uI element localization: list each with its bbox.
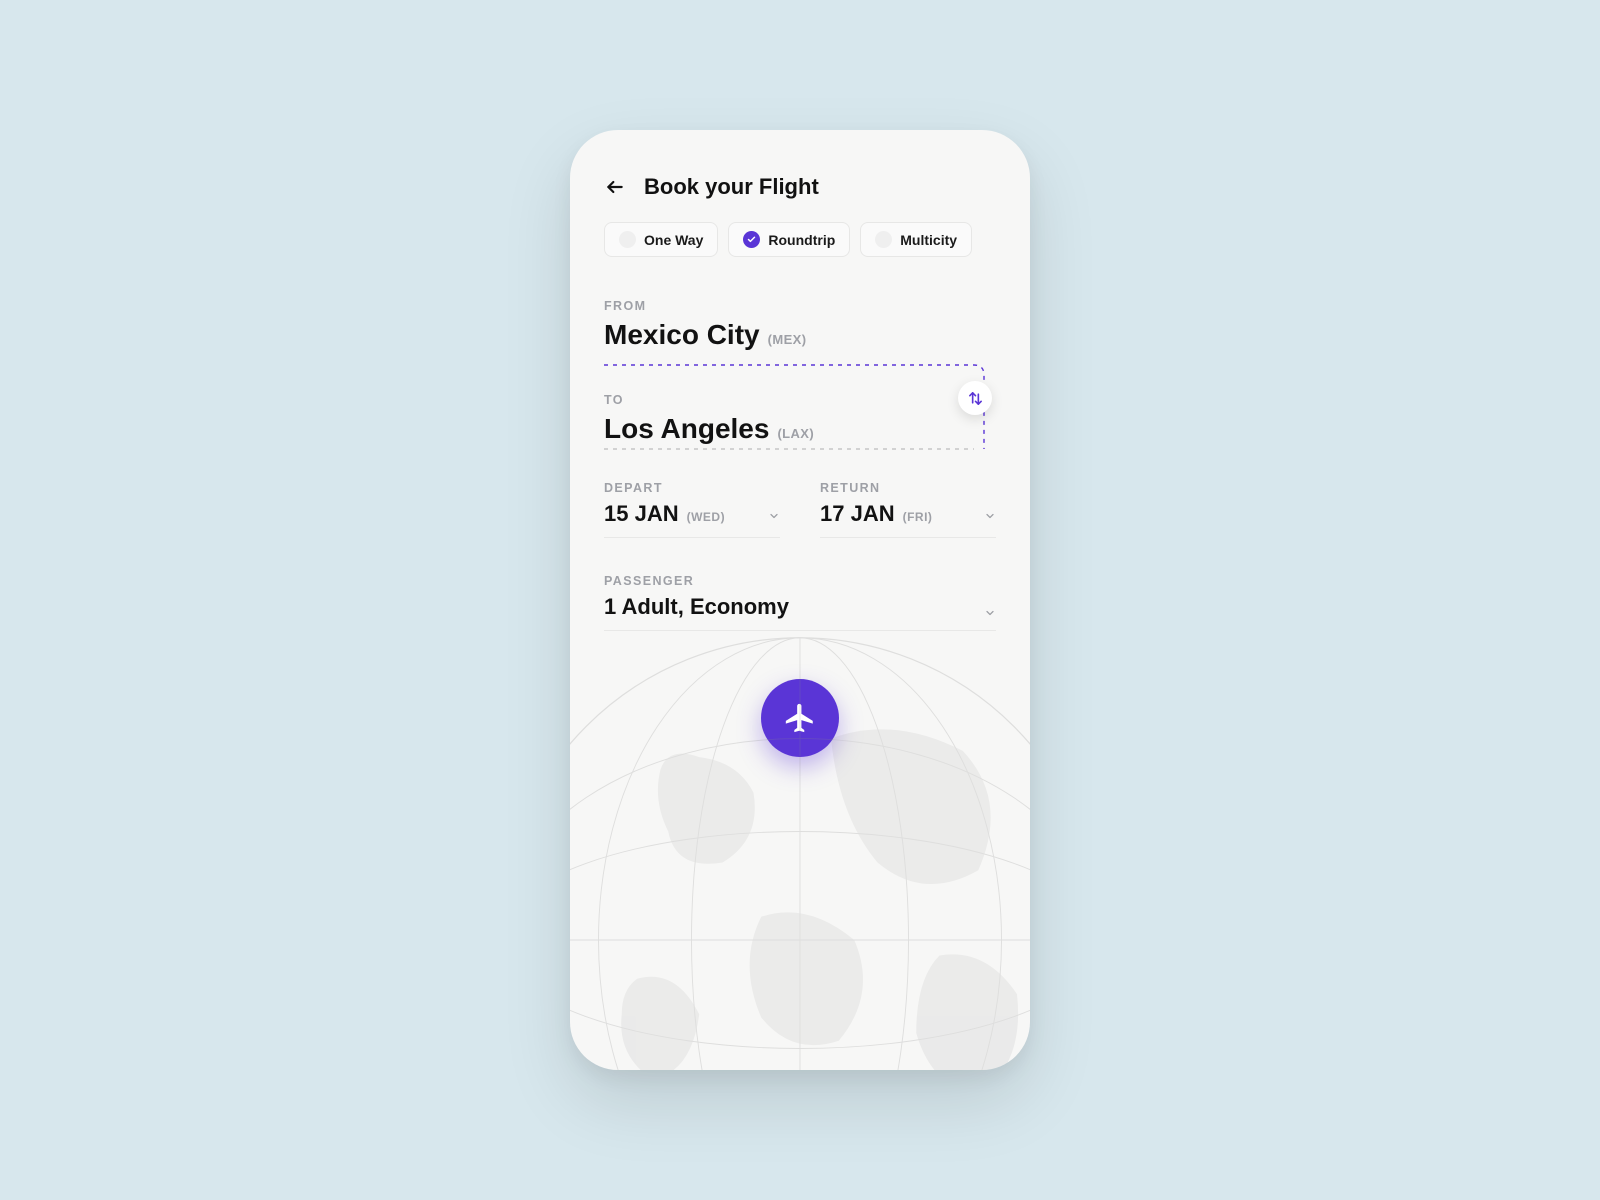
chevron-down-icon (984, 509, 996, 521)
route-section: FROM Mexico City (MEX) TO Los Angeles (L… (604, 299, 996, 445)
passenger-value: 1 Adult, Economy (604, 594, 996, 620)
trip-type-label: One Way (644, 232, 703, 248)
search-flight-button[interactable] (761, 679, 839, 757)
swap-vertical-icon (967, 390, 984, 407)
app-header: Book your Flight (604, 174, 996, 200)
depart-date: 15 JAN (604, 501, 679, 527)
passenger-label: PASSENGER (604, 574, 996, 588)
from-label: FROM (604, 299, 996, 313)
to-label: TO (604, 393, 996, 407)
swap-button[interactable] (958, 381, 992, 415)
to-code: (LAX) (777, 426, 814, 441)
depart-field[interactable]: DEPART 15 JAN (WED) (604, 481, 780, 538)
passenger-field[interactable]: PASSENGER 1 Adult, Economy (604, 574, 996, 631)
return-date: 17 JAN (820, 501, 895, 527)
from-city: Mexico City (604, 319, 760, 351)
return-day: (FRI) (903, 510, 933, 524)
trip-type-selector: One Way Roundtrip Multicity (604, 222, 996, 257)
depart-day: (WED) (687, 510, 726, 524)
trip-type-roundtrip[interactable]: Roundtrip (728, 222, 850, 257)
chevron-down-icon (768, 509, 780, 521)
radio-unchecked-icon (619, 231, 636, 248)
trip-type-label: Roundtrip (768, 232, 835, 248)
return-field[interactable]: RETURN 17 JAN (FRI) (820, 481, 996, 538)
airplane-icon (783, 701, 817, 735)
from-code: (MEX) (768, 332, 807, 347)
trip-type-multicity[interactable]: Multicity (860, 222, 972, 257)
arrow-left-icon (605, 177, 625, 197)
page-title: Book your Flight (644, 174, 819, 200)
trip-type-label: Multicity (900, 232, 957, 248)
phone-frame: Book your Flight One Way Roundtrip Multi… (570, 130, 1030, 1070)
from-field[interactable]: FROM Mexico City (MEX) (604, 299, 996, 351)
back-button[interactable] (604, 176, 626, 198)
trip-type-one-way[interactable]: One Way (604, 222, 718, 257)
return-label: RETURN (820, 481, 996, 495)
radio-checked-icon (743, 231, 760, 248)
chevron-down-icon (984, 606, 996, 618)
radio-unchecked-icon (875, 231, 892, 248)
depart-label: DEPART (604, 481, 780, 495)
to-field[interactable]: TO Los Angeles (LAX) (604, 393, 996, 445)
to-city: Los Angeles (604, 413, 769, 445)
dates-section: DEPART 15 JAN (WED) RETURN 17 JAN (FRI) (604, 481, 996, 538)
